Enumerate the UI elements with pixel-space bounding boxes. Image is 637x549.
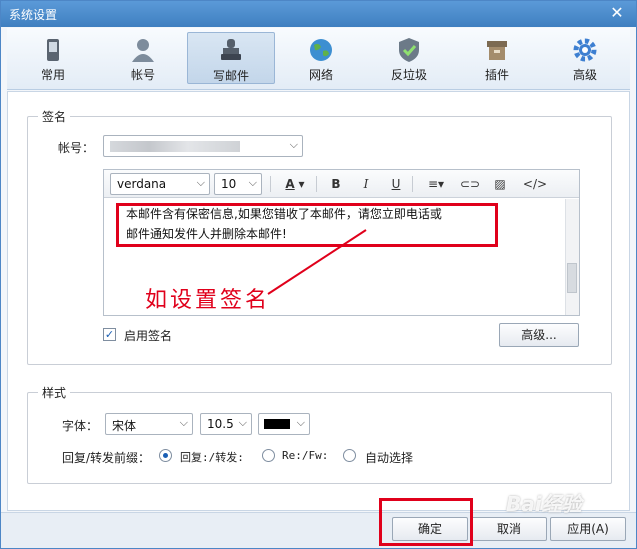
box-icon <box>487 41 507 60</box>
apply-button[interactable]: 应用(A) <box>550 517 626 541</box>
font-size-value: 10 <box>221 177 237 191</box>
style-group: 样式 <box>27 384 612 484</box>
shield-icon <box>399 38 419 62</box>
font-color-icon[interactable]: A ▾ <box>278 174 312 194</box>
title-bar: 系统设置 ✕ <box>1 1 636 27</box>
bold-icon[interactable]: B <box>326 174 346 194</box>
editor-scrollbar[interactable] <box>565 199 579 315</box>
enable-signature-checkbox[interactable]: ✓ <box>103 328 116 341</box>
tab-label: 反垃圾 <box>390 68 427 82</box>
toolbar-divider <box>412 176 413 192</box>
color-swatch <box>264 419 290 429</box>
tab-label: 插件 <box>484 68 509 82</box>
tab-label: 常用 <box>40 68 65 82</box>
globe-icon <box>310 39 332 61</box>
font-value: 宋体 <box>112 419 137 433</box>
align-icon[interactable]: ≡▾ <box>422 174 450 194</box>
italic-icon[interactable]: I <box>356 174 376 194</box>
tab-plugins[interactable]: 插件 <box>453 32 541 84</box>
tab-advanced[interactable]: 高级 <box>541 32 629 84</box>
font-select[interactable]: 宋体 ⌵ <box>105 413 193 435</box>
annotation-highlight-box <box>379 498 473 546</box>
chevron-down-icon: ⌵ <box>296 416 305 429</box>
prefix-radio-refw[interactable] <box>262 449 275 462</box>
toolbar-divider <box>270 176 271 192</box>
prefix-radio-auto[interactable] <box>343 449 356 462</box>
source-code-icon[interactable]: </> <box>522 174 548 194</box>
toolbar-divider <box>316 176 317 192</box>
annotation-text: 如设置签名 <box>145 288 271 313</box>
chevron-down-icon: ⌵ <box>196 176 205 189</box>
tab-antispam[interactable]: 反垃圾 <box>365 32 453 84</box>
annotation-arrow <box>267 229 367 295</box>
signature-legend: 签名 <box>38 108 71 125</box>
prefix-option-label: 回复:/转发: <box>180 451 244 464</box>
settings-panel: 签名 帐号： ⌵ verdana ⌵ 10 ⌵ A ▾ B I U ≡▾ ⊂⊃ … <box>7 91 630 511</box>
chevron-down-icon: ⌵ <box>179 416 188 429</box>
editor-toolbar: verdana ⌵ 10 ⌵ A ▾ B I U ≡▾ ⊂⊃ ▨ </> <box>104 170 579 198</box>
settings-toolbar: 常用 帐号 写邮件 网络 反垃圾 插件 高级 <box>7 28 630 90</box>
tab-label: 高级 <box>572 68 597 82</box>
close-icon[interactable]: ✕ <box>608 4 626 22</box>
tab-general[interactable]: 常用 <box>9 32 97 84</box>
account-select[interactable]: ⌵ <box>103 135 303 157</box>
settings-window: 系统设置 ✕ 常用 帐号 写邮件 网络 反垃圾 插件 高级 签名 帐号： ⌵ v… <box>0 0 637 549</box>
prefix-option-label: 自动选择 <box>365 451 414 465</box>
tab-account[interactable]: 帐号 <box>99 32 187 84</box>
stamp-icon <box>221 39 241 60</box>
style-legend: 样式 <box>38 384 71 401</box>
advanced-button[interactable]: 高级... <box>499 323 579 347</box>
prefix-label: 回复/转发前缀： <box>62 451 151 465</box>
color-select[interactable]: ⌵ <box>258 413 310 435</box>
tab-label: 写邮件 <box>212 69 249 83</box>
enable-signature-label: 启用签名 <box>124 329 173 343</box>
size-value: 10.5 <box>207 417 234 431</box>
underline-icon[interactable]: U <box>386 174 406 194</box>
chevron-down-icon: ⌵ <box>238 416 247 429</box>
font-label: 字体： <box>62 419 99 433</box>
tab-compose[interactable]: 写邮件 <box>187 32 275 84</box>
image-icon[interactable]: ▨ <box>490 174 510 194</box>
prefix-option-label: Re:/Fw: <box>282 449 329 462</box>
user-icon <box>132 39 154 62</box>
font-name-value: verdana <box>117 177 167 191</box>
size-select[interactable]: 10.5 ⌵ <box>200 413 252 435</box>
tab-network[interactable]: 网络 <box>277 32 365 84</box>
window-title: 系统设置 <box>9 8 58 22</box>
link-icon[interactable]: ⊂⊃ <box>460 174 480 194</box>
tab-label: 帐号 <box>130 68 155 82</box>
account-label: 帐号： <box>58 141 95 155</box>
tab-label: 网络 <box>308 68 333 82</box>
prefix-radio-chinese[interactable] <box>159 449 172 462</box>
chevron-down-icon: ⌵ <box>248 176 257 189</box>
cancel-button[interactable]: 取消 <box>471 517 547 541</box>
gear-icon <box>573 38 597 62</box>
font-size-select[interactable]: 10 ⌵ <box>214 173 262 195</box>
scrollbar-thumb[interactable] <box>567 263 577 293</box>
account-value-redacted <box>110 141 240 152</box>
chevron-down-icon: ⌵ <box>289 138 298 151</box>
watermark-text: Bai经验 <box>506 492 582 516</box>
font-name-select[interactable]: verdana ⌵ <box>110 173 210 195</box>
phone-icon <box>47 39 59 61</box>
